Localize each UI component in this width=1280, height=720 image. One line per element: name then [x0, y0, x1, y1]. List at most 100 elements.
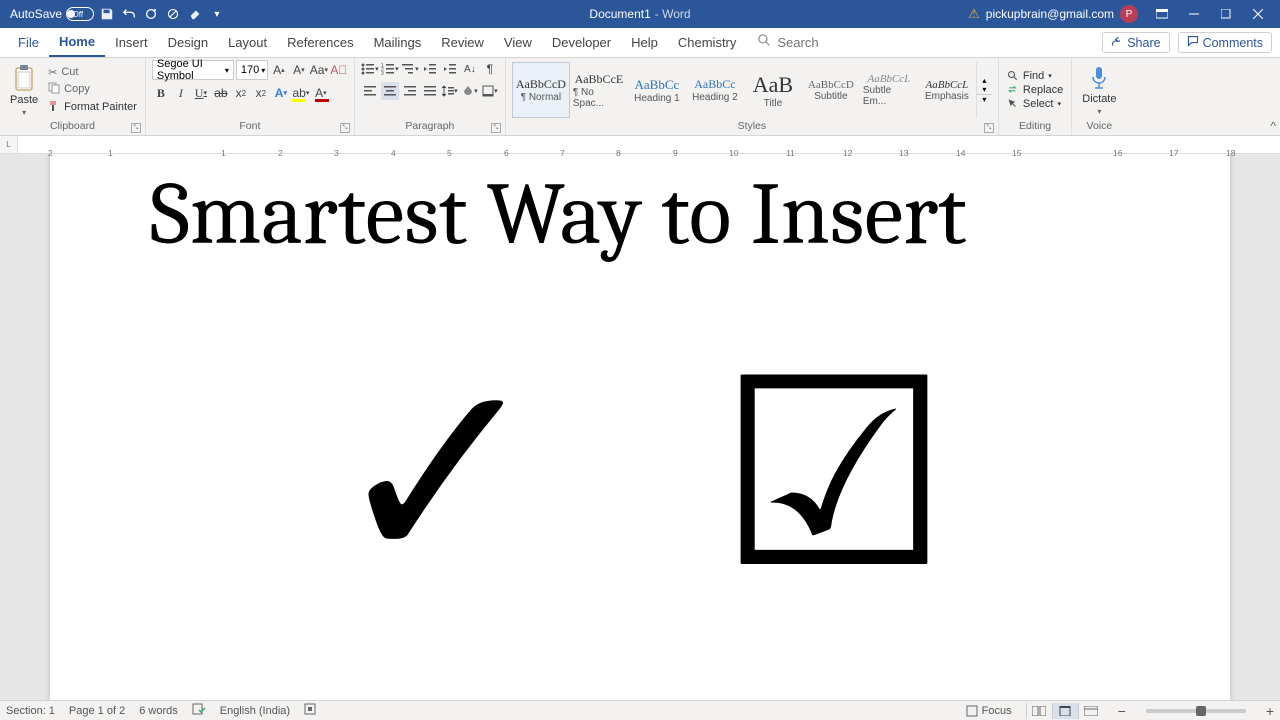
checkmark-symbol[interactable]: ✓ — [330, 345, 548, 605]
tab-layout[interactable]: Layout — [218, 28, 277, 57]
ruler[interactable]: L 21123456789101112131415161718 — [0, 136, 1280, 154]
multilevel-button[interactable]: ▾ — [401, 60, 419, 78]
text-effects-button[interactable]: A▾ — [272, 84, 290, 102]
tab-review[interactable]: Review — [431, 28, 494, 57]
bullets-button[interactable]: ▾ — [361, 60, 379, 78]
share-button[interactable]: Share — [1102, 32, 1169, 53]
subscript-button[interactable]: x2 — [232, 84, 250, 102]
line-spacing-button[interactable]: ▾ — [441, 82, 459, 100]
style-heading1[interactable]: AaBbCcHeading 1 — [628, 62, 686, 118]
styles-launcher[interactable]: ⤡ — [984, 123, 994, 133]
tab-references[interactable]: References — [277, 28, 363, 57]
justify-button[interactable] — [421, 82, 439, 100]
status-language[interactable]: English (India) — [220, 705, 290, 717]
document-heading[interactable]: Smartest Way to Insert — [150, 164, 1130, 265]
change-case-button[interactable]: Aa▾ — [310, 61, 328, 79]
sort-button[interactable]: A↓ — [461, 60, 479, 78]
style-emphasis[interactable]: AaBbCcLEmphasis — [918, 62, 976, 118]
tab-view[interactable]: View — [494, 28, 542, 57]
tab-help[interactable]: Help — [621, 28, 668, 57]
underline-button[interactable]: U▾ — [192, 84, 210, 102]
status-section[interactable]: Section: 1 — [6, 705, 55, 717]
zoom-out-button[interactable]: − — [1118, 703, 1126, 719]
ribbon-display-icon[interactable] — [1148, 4, 1176, 24]
font-color-button[interactable]: A▾ — [312, 84, 330, 102]
font-name-select[interactable]: Segoe UI Symbol ▾ — [152, 60, 234, 80]
status-words[interactable]: 6 words — [139, 705, 178, 717]
status-page[interactable]: Page 1 of 2 — [69, 705, 125, 717]
close-icon[interactable] — [1244, 4, 1272, 24]
cut-button[interactable]: ✂Cut — [46, 65, 139, 80]
copy-icon — [48, 82, 60, 97]
cancel-icon[interactable] — [164, 5, 182, 23]
tab-mailings[interactable]: Mailings — [364, 28, 432, 57]
document-area[interactable]: Smartest Way to Insert ✓ ☑ — [0, 154, 1280, 700]
format-painter-button[interactable]: Format Painter — [46, 99, 139, 116]
tab-developer[interactable]: Developer — [542, 28, 621, 57]
style-heading2[interactable]: AaBbCcHeading 2 — [686, 62, 744, 118]
styles-more-button[interactable]: ▴▾▾ — [976, 62, 992, 118]
qat-customize-icon[interactable]: ▾ — [208, 5, 226, 23]
numbering-button[interactable]: 123▾ — [381, 60, 399, 78]
tab-insert[interactable]: Insert — [105, 28, 158, 57]
tab-chemistry[interactable]: Chemistry — [668, 28, 747, 57]
macro-icon[interactable] — [304, 703, 316, 718]
search-box[interactable] — [758, 34, 877, 52]
eraser-icon[interactable] — [186, 5, 204, 23]
undo-icon[interactable] — [120, 5, 138, 23]
search-input[interactable] — [777, 35, 877, 50]
superscript-button[interactable]: x2 — [252, 84, 270, 102]
autosave-toggle[interactable]: AutoSave Off — [10, 7, 94, 21]
zoom-in-button[interactable]: + — [1266, 703, 1274, 719]
minimize-icon[interactable] — [1180, 4, 1208, 24]
align-center-button[interactable] — [381, 82, 399, 100]
show-marks-button[interactable]: ¶ — [481, 60, 499, 78]
shrink-font-button[interactable]: A▾ — [290, 61, 308, 79]
tab-file[interactable]: File — [8, 28, 49, 57]
copy-button[interactable]: Copy — [46, 81, 139, 98]
align-left-button[interactable] — [361, 82, 379, 100]
style-no-spacing[interactable]: AaBbCcE¶ No Spac... — [570, 62, 628, 118]
focus-mode-button[interactable]: Focus — [966, 705, 1012, 717]
collapse-ribbon-icon[interactable]: ^ — [1270, 119, 1276, 133]
clear-format-button[interactable]: A⃠ — [330, 61, 348, 79]
bold-button[interactable]: B — [152, 84, 170, 102]
tab-design[interactable]: Design — [158, 28, 218, 57]
italic-button[interactable]: I — [172, 84, 190, 102]
replace-button[interactable]: Replace — [1005, 83, 1065, 97]
checkbox-symbol[interactable]: ☑ — [717, 345, 950, 605]
print-layout-icon[interactable] — [1052, 703, 1078, 719]
align-right-button[interactable] — [401, 82, 419, 100]
indent-button[interactable] — [441, 60, 459, 78]
account-button[interactable]: ⚠ pickupbrain@gmail.com P — [968, 5, 1138, 23]
font-launcher[interactable]: ⤡ — [340, 123, 350, 133]
find-button[interactable]: Find ▾ — [1005, 69, 1065, 83]
outdent-button[interactable] — [421, 60, 439, 78]
page[interactable]: Smartest Way to Insert ✓ ☑ — [50, 154, 1230, 700]
borders-button[interactable]: ▾ — [481, 82, 499, 100]
clipboard-launcher[interactable]: ⤡ — [131, 123, 141, 133]
highlight-button[interactable]: ab▾ — [292, 84, 310, 102]
style-subtle-emphasis[interactable]: AaBbCcLSubtle Em... — [860, 62, 918, 118]
grow-font-button[interactable]: A▴ — [270, 61, 288, 79]
spellcheck-icon[interactable] — [192, 703, 206, 718]
comments-button[interactable]: Comments — [1178, 32, 1272, 53]
tab-home[interactable]: Home — [49, 28, 105, 57]
style-normal[interactable]: AaBbCcD¶ Normal — [512, 62, 570, 118]
read-mode-icon[interactable] — [1026, 703, 1052, 719]
shading-button[interactable]: ▾ — [461, 82, 479, 100]
maximize-icon[interactable] — [1212, 4, 1240, 24]
repeat-icon[interactable] — [142, 5, 160, 23]
save-icon[interactable] — [98, 5, 116, 23]
style-subtitle[interactable]: AaBbCcDSubtitle — [802, 62, 860, 118]
strikethrough-button[interactable]: ab — [212, 84, 230, 102]
web-layout-icon[interactable] — [1078, 703, 1104, 719]
style-title[interactable]: AaBTitle — [744, 62, 802, 118]
paste-button[interactable]: Paste ▾ — [6, 62, 42, 119]
dictate-button[interactable]: Dictate ▾ — [1078, 63, 1120, 118]
font-size-select[interactable]: 170▾ — [236, 60, 268, 80]
paragraph-launcher[interactable]: ⤡ — [491, 123, 501, 133]
select-button[interactable]: Select ▾ — [1005, 97, 1065, 111]
tab-selector[interactable]: L — [0, 136, 18, 153]
zoom-slider[interactable] — [1146, 709, 1246, 713]
